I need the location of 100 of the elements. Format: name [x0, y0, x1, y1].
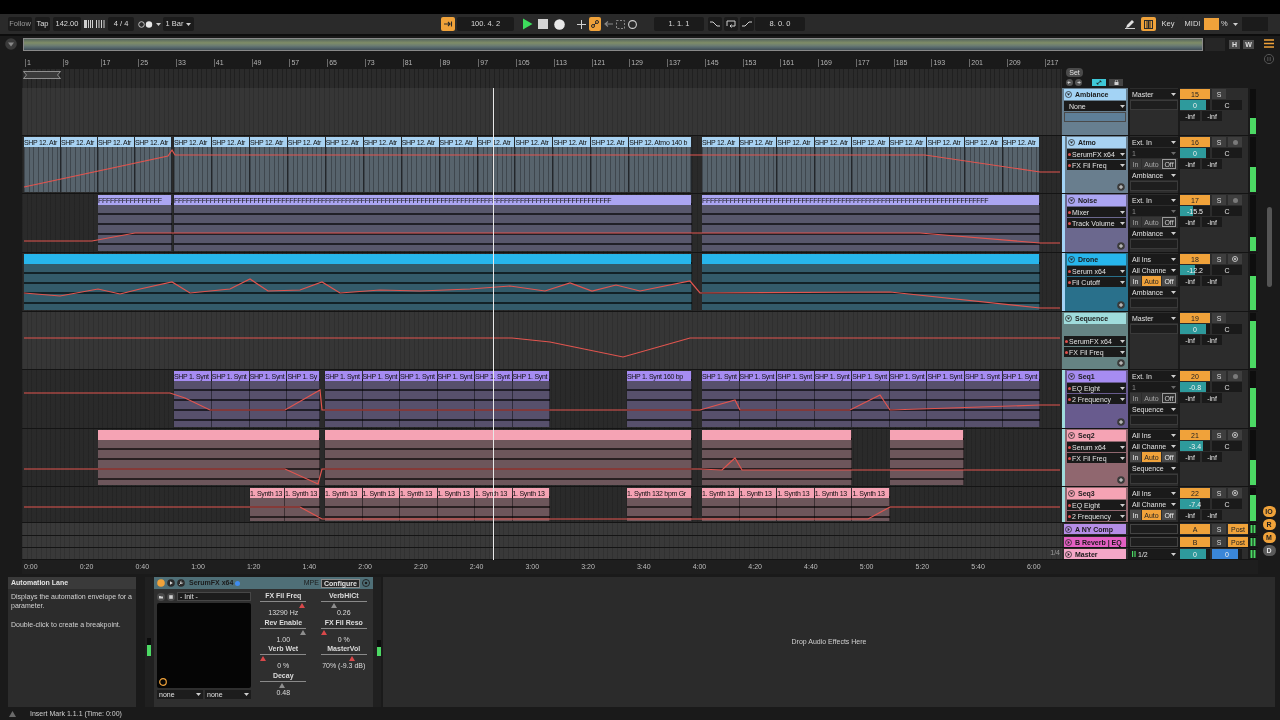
arm-button[interactable]: [1228, 137, 1242, 147]
parameter-slider[interactable]: [260, 627, 307, 635]
play-icon[interactable]: [522, 18, 533, 30]
caret-down-icon[interactable]: [1065, 315, 1072, 322]
triangle-marker-icon[interactable]: [260, 656, 267, 661]
caret-down-icon[interactable]: [1068, 139, 1075, 146]
arrow-right-circle-icon[interactable]: [1075, 79, 1082, 86]
triangle-marker-icon[interactable]: [320, 629, 327, 635]
output-channel-field[interactable]: [1130, 415, 1178, 425]
wrench-icon[interactable]: [177, 579, 185, 587]
routing-field[interactable]: [1130, 537, 1178, 547]
caret-down-icon: [1171, 209, 1176, 213]
parameter-slider[interactable]: [320, 654, 367, 661]
parameter-field[interactable]: [1064, 112, 1126, 122]
bars-icon[interactable]: [84, 20, 93, 28]
scrollbar-thumb[interactable]: [1266, 207, 1272, 287]
arm-button[interactable]: [1228, 254, 1242, 264]
bars-icon[interactable]: [96, 20, 105, 28]
dot-icon: [235, 580, 241, 586]
caret-down-icon: [1120, 386, 1125, 390]
fold-circle-icon[interactable]: [5, 38, 17, 50]
lock-button[interactable]: [1109, 79, 1123, 86]
midi-clip[interactable]: [702, 430, 852, 485]
plus-icon[interactable]: [1117, 301, 1125, 309]
expand-button[interactable]: [1092, 79, 1106, 86]
arrangement-overview[interactable]: [23, 38, 1203, 51]
arrow-toggle-button[interactable]: [441, 17, 455, 31]
caret-down-icon: [1171, 151, 1176, 155]
caret-down-icon: [1171, 502, 1176, 506]
settings-icon[interactable]: [362, 579, 370, 587]
output-channel-field[interactable]: [1130, 324, 1178, 334]
lock-icon: [1113, 80, 1119, 85]
midi-clip[interactable]: [24, 254, 692, 310]
parameter-slider[interactable]: [260, 680, 307, 688]
triangle-marker-icon[interactable]: [279, 682, 286, 688]
save-icon[interactable]: [167, 592, 175, 601]
output-channel-field[interactable]: [1130, 181, 1178, 191]
plus-icon[interactable]: [1117, 183, 1125, 191]
triangle-marker-icon[interactable]: [299, 603, 306, 608]
ring-icon[interactable]: [159, 678, 167, 686]
arm-button[interactable]: [1228, 195, 1242, 205]
folder-icon[interactable]: [157, 592, 165, 601]
parameter-slider[interactable]: [320, 627, 367, 635]
metronome-icon[interactable]: [138, 20, 153, 28]
output-channel-field[interactable]: [1130, 239, 1178, 249]
parameter-slider[interactable]: [260, 601, 307, 608]
midi-clip[interactable]: [890, 430, 964, 485]
keyboard-button[interactable]: [1141, 17, 1156, 31]
dashed-square-icon[interactable]: [616, 19, 625, 29]
triangle-marker-icon[interactable]: [331, 603, 338, 608]
midi-clip[interactable]: [98, 430, 320, 485]
dot-icon: [1065, 339, 1068, 343]
parameter-slider[interactable]: [320, 601, 367, 608]
ring-icon: [1232, 256, 1238, 262]
midi-clip[interactable]: [702, 254, 1040, 310]
output-channel-field[interactable]: [1130, 100, 1178, 110]
arm-button[interactable]: [1228, 430, 1242, 440]
dot-icon: [1068, 386, 1071, 390]
nodes-icon: [591, 20, 599, 28]
plus-icon[interactable]: [1117, 476, 1125, 484]
arm-button[interactable]: [1228, 488, 1242, 498]
automation-arm-button[interactable]: [589, 17, 601, 31]
parameter-slider[interactable]: [260, 654, 307, 661]
triangle-marker-icon[interactable]: [348, 656, 355, 661]
midi-clip[interactable]: [325, 430, 692, 485]
arrow-left-icon[interactable]: [604, 20, 613, 28]
triangle-marker-icon[interactable]: [300, 629, 307, 635]
punch-out-icon[interactable]: [740, 17, 754, 31]
plus-icon[interactable]: [1117, 418, 1125, 426]
record-icon[interactable]: [554, 18, 565, 30]
plus-icon[interactable]: [577, 19, 586, 29]
output-channel-field[interactable]: [1130, 298, 1178, 308]
plus-icon[interactable]: [1117, 359, 1125, 367]
plus-icon[interactable]: [1117, 242, 1125, 250]
caret-down-icon: [196, 693, 201, 696]
caret-down-icon[interactable]: [1068, 256, 1075, 263]
caret-right-icon[interactable]: [1065, 550, 1072, 558]
caret-down-icon[interactable]: [1068, 490, 1075, 497]
triangle-icon[interactable]: [9, 710, 16, 717]
loop-icon[interactable]: [724, 17, 738, 31]
pencil-icon[interactable]: [1125, 19, 1135, 29]
caret-down-icon[interactable]: [1068, 432, 1075, 439]
caret-down-icon[interactable]: [1068, 197, 1075, 204]
arrow-left-circle-icon[interactable]: [1066, 79, 1073, 86]
toggle-dot-icon[interactable]: [157, 579, 165, 587]
play-circle-icon[interactable]: [167, 579, 175, 587]
caret-right-icon[interactable]: [1065, 525, 1072, 533]
output-channel-field[interactable]: [1130, 474, 1178, 484]
loop-brace[interactable]: [23, 71, 61, 79]
ring-icon: [1232, 490, 1238, 496]
punch-in-icon[interactable]: [708, 17, 722, 31]
list-icon[interactable]: [1264, 39, 1274, 48]
caret-down-icon: [1171, 231, 1176, 235]
caret-down-icon: [1171, 385, 1176, 389]
routing-field[interactable]: [1130, 524, 1178, 534]
caret-down-icon[interactable]: [1068, 373, 1075, 380]
caret-right-icon[interactable]: [1065, 538, 1072, 546]
arm-button[interactable]: [1228, 371, 1242, 381]
caret-down-icon[interactable]: [1065, 91, 1072, 98]
dot-icon: [1232, 373, 1238, 379]
